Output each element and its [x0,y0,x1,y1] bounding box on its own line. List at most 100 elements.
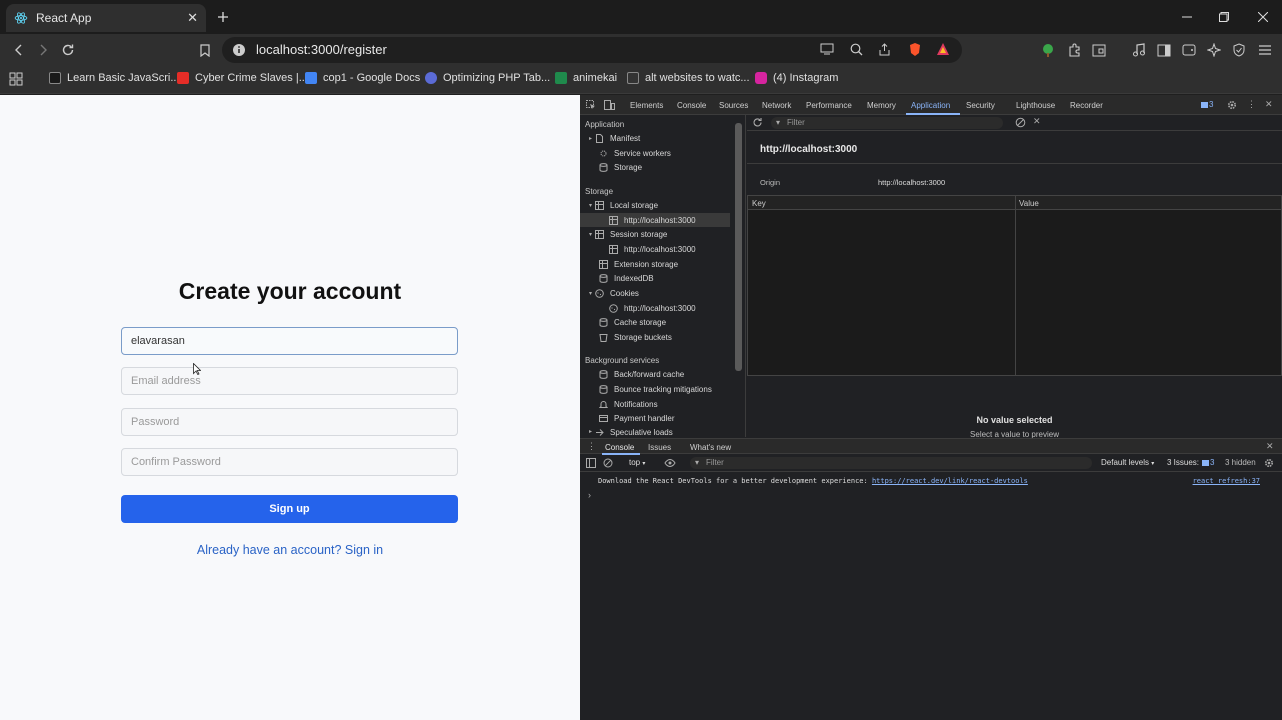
tree-item-local-storage-origin[interactable]: http://localhost:3000 [580,213,730,227]
tree-item-notifications[interactable]: Notifications [599,400,658,409]
devtools-tab-recorder[interactable]: Recorder [1070,101,1103,110]
tree-item-extension-storage[interactable]: Extension storage [599,260,678,269]
extension-tree-icon[interactable] [1039,41,1057,59]
console-issues-counter[interactable]: 3 Issues: 3 [1167,458,1214,467]
maximize-button[interactable] [1215,8,1233,26]
devtools-tab-application[interactable]: Application [911,101,950,110]
column-value[interactable]: Value [1019,199,1039,208]
new-tab-button[interactable] [214,8,232,26]
bookmark-item[interactable]: (4) Instagram [755,72,838,84]
tree-item-session-storage-origin[interactable]: http://localhost:3000 [609,245,696,254]
browser-tab-react-app[interactable]: React App ✕ [6,4,206,32]
close-drawer-icon[interactable]: ✕ [1266,441,1274,452]
more-options-icon[interactable]: ⋮ [1247,99,1256,110]
console-message-source[interactable]: react refresh:37 [1193,477,1260,485]
console-sidebar-icon[interactable] [586,458,596,468]
tree-item-storage[interactable]: Storage [599,163,642,172]
tree-item-speculative-loads[interactable]: ▸ Speculative loads [589,428,673,437]
tree-item-payment-handler[interactable]: Payment handler [599,414,674,423]
device-toolbar-icon[interactable] [604,100,615,110]
email-field[interactable]: Email address [121,367,458,395]
username-field[interactable]: elavarasan [121,327,458,355]
storage-filter-input[interactable]: ▾ Filter [771,117,1003,129]
delete-selected-icon[interactable]: ✕ [1033,116,1041,127]
tree-item-cookies[interactable]: ▾ Cookies [589,289,639,298]
reload-icon[interactable] [59,41,77,59]
key-value-table[interactable]: Key Value [747,195,1282,376]
close-tab-icon[interactable]: ✕ [187,10,198,26]
wallet-icon[interactable] [1180,41,1198,59]
bookmark-item[interactable]: alt websites to watc... [627,72,750,84]
sidebar-toggle-icon[interactable] [1155,41,1173,59]
reading-list-icon[interactable] [1090,41,1108,59]
storage-view: ▾ Filter ✕ http://localhost:3000 Origin … [747,115,1282,439]
menu-icon[interactable] [1256,41,1274,59]
tree-item-bounce-tracking[interactable]: Bounce tracking mitigations [599,385,712,394]
context-selector[interactable]: top ▾ [624,457,654,469]
console-settings-icon[interactable] [1264,458,1274,468]
signup-button[interactable]: Sign up [121,495,458,523]
settings-gear-icon[interactable] [1227,100,1237,110]
share-icon[interactable] [878,43,891,56]
console-prompt[interactable]: › [588,490,591,500]
bookmark-item[interactable]: Optimizing PHP Tab... [425,72,550,84]
devtools-tab-security[interactable]: Security [966,101,995,110]
drawer-tab-whats-new[interactable]: What's new [690,443,731,452]
cast-icon[interactable] [820,43,834,55]
tree-item-session-storage[interactable]: ▾ Session storage [589,230,667,239]
bookmark-item[interactable]: Learn Basic JavaScri... [49,72,180,84]
address-bar[interactable]: localhost:3000/register [222,37,962,63]
log-levels-dropdown[interactable]: Default levels ▾ [1101,458,1154,467]
devtools-tab-memory[interactable]: Memory [867,101,896,110]
signin-link[interactable]: Already have an account? Sign in [0,543,580,557]
music-icon[interactable] [1130,41,1148,59]
bookmark-item[interactable]: animekai [555,72,617,84]
close-window-button[interactable] [1254,8,1272,26]
site-info-icon[interactable] [232,43,246,57]
inspect-element-icon[interactable] [586,100,596,110]
refresh-icon[interactable] [752,117,763,128]
tree-item-service-workers[interactable]: Service workers [599,149,671,158]
table-icon [609,245,618,254]
clear-all-icon[interactable] [1015,117,1026,128]
tree-item-cookies-origin[interactable]: http://localhost:3000 [609,304,696,313]
devtools-tab-lighthouse[interactable]: Lighthouse [1016,101,1055,110]
tree-item-manifest[interactable]: ▸ Manifest [589,134,640,143]
bookmark-item[interactable]: cop1 - Google Docs [305,72,420,84]
brave-shield-icon[interactable] [908,42,922,57]
console-filter-input[interactable]: ▾ Filter [690,457,1092,469]
zoom-icon[interactable] [850,43,863,56]
extensions-icon[interactable] [1065,41,1083,59]
devtools-tab-console[interactable]: Console [677,101,706,110]
drawer-tab-console[interactable]: Console [605,443,634,452]
devtools-tab-performance[interactable]: Performance [806,101,852,110]
minimize-button[interactable] [1178,8,1196,26]
column-key[interactable]: Key [752,199,766,208]
leo-ai-icon[interactable] [1205,41,1223,59]
confirm-password-field[interactable]: Confirm Password [121,448,458,476]
sidebar-scrollbar[interactable] [735,123,742,371]
devtools-tab-elements[interactable]: Elements [630,101,663,110]
drawer-tab-issues[interactable]: Issues [648,443,671,452]
back-icon[interactable] [10,41,28,59]
password-field[interactable]: Password [121,408,458,436]
tree-item-storage-buckets[interactable]: Storage buckets [599,333,672,342]
forward-icon[interactable] [34,41,52,59]
close-devtools-icon[interactable]: ✕ [1265,99,1273,110]
devtools-tab-sources[interactable]: Sources [719,101,748,110]
bookmark-icon[interactable] [196,41,214,59]
tree-item-indexeddb[interactable]: IndexedDB [599,274,654,283]
tree-item-back-forward-cache[interactable]: Back/forward cache [599,370,684,379]
vpn-icon[interactable] [1230,41,1248,59]
tree-item-cache-storage[interactable]: Cache storage [599,318,666,327]
apps-grid-icon[interactable] [9,72,23,86]
tree-item-local-storage[interactable]: ▾ Local storage [589,201,658,210]
live-expression-eye-icon[interactable] [664,458,676,468]
devtools-tab-network[interactable]: Network [762,101,791,110]
brave-rewards-icon[interactable] [936,42,950,56]
clear-console-icon[interactable] [603,458,613,468]
issues-counter[interactable]: 3 [1201,100,1213,109]
drawer-menu-icon[interactable]: ⋮ [587,441,596,452]
bookmark-item[interactable]: Cyber Crime Slaves |... [177,72,308,84]
react-devtools-link[interactable]: https://react.dev/link/react-devtools [872,477,1028,485]
